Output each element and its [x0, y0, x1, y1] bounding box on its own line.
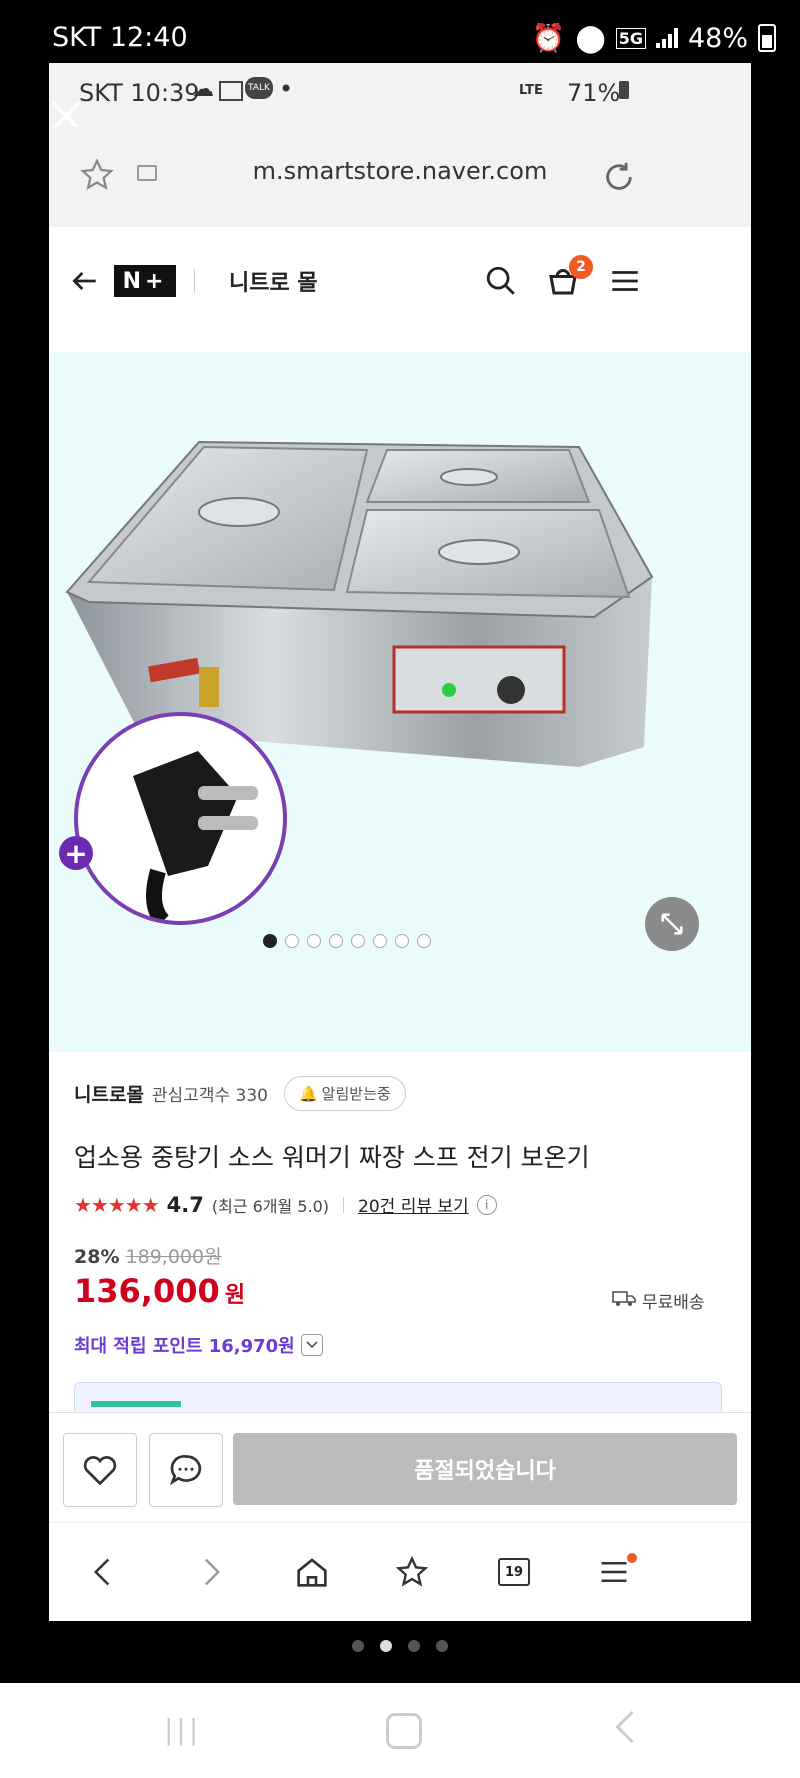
- chat-bubble-icon[interactable]: [149, 1433, 223, 1507]
- outer-battery-percent: 48%: [687, 22, 748, 54]
- product-title: 업소용 중탕기 소스 워머기 짜장 스프 전기 보온기: [74, 1143, 590, 1172]
- browser-url-bar: m.smartstore.naver.com: [49, 127, 751, 228]
- followers-count: 관심고객수 330: [151, 1086, 268, 1106]
- seller-name[interactable]: 니트로몰: [74, 1080, 144, 1107]
- page-dot[interactable]: [436, 1640, 448, 1652]
- alarm-icon: ⏰: [531, 23, 566, 54]
- divider: [194, 269, 195, 293]
- browser-bottom-nav: 19: [49, 1522, 751, 1621]
- inner-network: LTE: [519, 83, 543, 98]
- carousel-dot[interactable]: [285, 934, 299, 948]
- divider: [343, 1196, 345, 1213]
- home-button-icon[interactable]: [386, 1713, 422, 1749]
- rating-stars: ★★★★★: [74, 1192, 160, 1217]
- location-icon: ⬤: [575, 22, 606, 54]
- rating-value: 4.7: [166, 1192, 204, 1217]
- tabs-count: 19: [498, 1558, 530, 1586]
- review-link[interactable]: 20건 리뷰 보기: [358, 1192, 469, 1217]
- talk-icon: TALK: [245, 77, 273, 99]
- browser-back-icon[interactable]: [77, 1547, 127, 1597]
- plus-icon: +: [59, 836, 93, 870]
- cart-count-badge: 2: [569, 255, 593, 279]
- recent-apps-icon[interactable]: |||: [164, 1713, 201, 1746]
- page-dot[interactable]: [408, 1640, 420, 1652]
- carousel-dot[interactable]: [329, 934, 343, 948]
- outer-time: SKT 12:40: [52, 22, 188, 53]
- discount-rate: 28%: [74, 1246, 120, 1268]
- url-text[interactable]: m.smartstore.naver.com: [49, 157, 751, 185]
- back-arrow-icon[interactable]: [65, 261, 105, 301]
- soldout-button[interactable]: 품절되었습니다: [233, 1433, 737, 1505]
- calendar-icon: [219, 81, 243, 101]
- back-button-icon[interactable]: [614, 1709, 636, 1749]
- signal-icon: [655, 28, 678, 48]
- shipping-label: 무료배송: [642, 1293, 705, 1313]
- bookmarks-star-icon[interactable]: [387, 1547, 437, 1597]
- tabs-icon[interactable]: 19: [489, 1547, 539, 1597]
- dot-icon: •: [279, 75, 294, 103]
- product-info: 니트로몰 관심고객수 330 🔔 알림받는중 업소용 중탕기 소스 워머기 짜장…: [49, 1052, 751, 1424]
- notify-label: 알림받는중: [321, 1085, 391, 1103]
- menu-notification-dot: [627, 1553, 637, 1563]
- buy-bar: 품절되었습니다: [49, 1412, 751, 1523]
- carousel-dot[interactable]: [307, 934, 321, 948]
- info-icon[interactable]: i: [476, 1194, 497, 1215]
- original-price: 189,000원: [125, 1246, 222, 1268]
- chevron-down-icon[interactable]: [300, 1334, 323, 1356]
- wishlist-heart-icon[interactable]: [63, 1433, 137, 1507]
- carousel-dot[interactable]: [351, 934, 365, 948]
- sale-price: 136,000: [74, 1272, 220, 1310]
- product-image-carousel[interactable]: +: [49, 352, 751, 1052]
- outer-status-bar: SKT 12:40 ⏰ ⬤ 5G 48%: [0, 0, 800, 64]
- notify-button[interactable]: 🔔 알림받는중: [283, 1076, 406, 1111]
- expand-icon[interactable]: [645, 897, 699, 951]
- reload-icon[interactable]: [597, 155, 641, 199]
- plug-inset-image: [74, 712, 287, 925]
- bell-icon: 🔔: [298, 1084, 318, 1103]
- recent-rating: (최근 6개월 5.0): [211, 1196, 330, 1216]
- battery-icon: [758, 24, 776, 52]
- inner-status-bar: SKT 10:39 ☁ TALK • LTE 71%: [49, 63, 751, 127]
- network-label: 5G: [615, 27, 646, 49]
- inner-battery-icon: [619, 81, 629, 99]
- store-header: N+ 니트로 몰 2: [49, 227, 751, 352]
- truck-icon: [612, 1289, 636, 1312]
- inner-gesture-bar: |||: [49, 1612, 751, 1621]
- inner-screenshot: SKT 10:39 ☁ TALK • LTE 71% m.smartstore.…: [49, 63, 751, 1621]
- inner-time: SKT 10:39: [79, 79, 200, 107]
- carousel-dot[interactable]: [373, 934, 387, 948]
- inner-battery: 71%: [567, 79, 621, 107]
- page-dot[interactable]: [352, 1640, 364, 1652]
- home-icon[interactable]: [287, 1547, 337, 1597]
- store-name[interactable]: 니트로 몰: [229, 265, 318, 297]
- carousel-dot[interactable]: [395, 934, 409, 948]
- cloud-icon: ☁: [192, 77, 214, 102]
- carousel-pagination[interactable]: [263, 934, 431, 948]
- menu-icon[interactable]: [603, 259, 647, 303]
- carousel-dot[interactable]: [417, 934, 431, 948]
- search-icon[interactable]: [479, 259, 523, 303]
- outer-gesture-bar: |||: [0, 1683, 800, 1778]
- carousel-dot-active[interactable]: [263, 934, 277, 948]
- naver-plus-logo[interactable]: N+: [114, 265, 176, 297]
- price-currency: 원: [224, 1283, 246, 1308]
- points-label: 최대 적립 포인트 16,970원: [74, 1336, 295, 1357]
- page-dot-active[interactable]: [380, 1640, 392, 1652]
- browser-forward-icon[interactable]: [187, 1547, 237, 1597]
- image-viewer-pagination[interactable]: [0, 1632, 800, 1660]
